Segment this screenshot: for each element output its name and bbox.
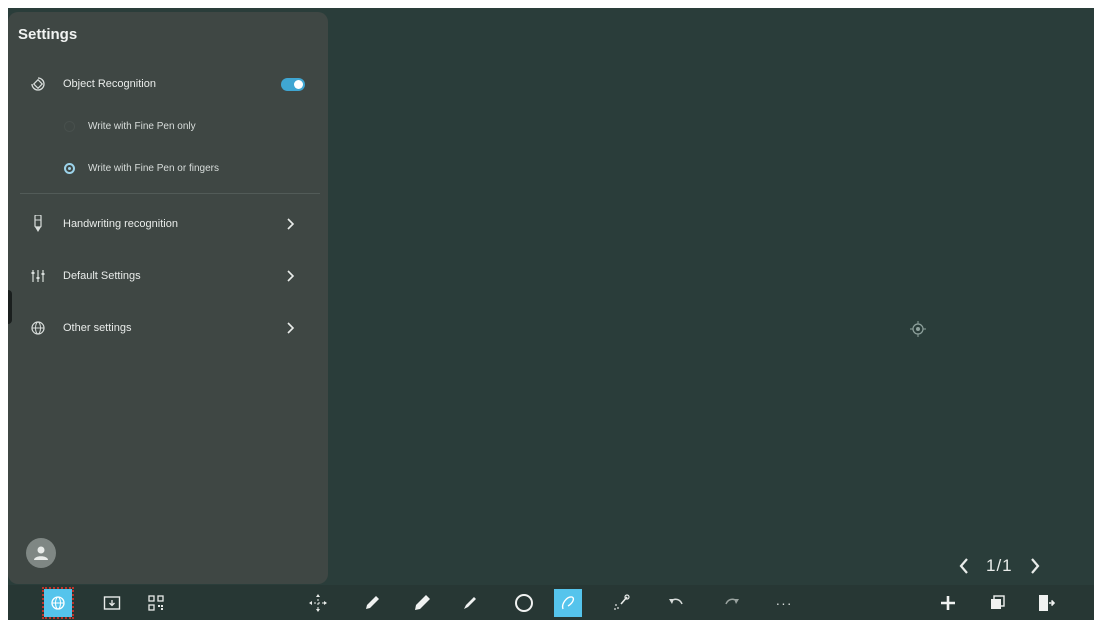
object-recognition-label: Object Recognition (63, 78, 156, 90)
panel-collapse-handle[interactable] (8, 290, 12, 324)
menu-other-settings[interactable]: Other settings (8, 308, 328, 348)
pages-button[interactable] (984, 589, 1012, 617)
settings-panel: Settings Object Recognition Write with F… (8, 12, 328, 584)
brush-pen-icon (464, 597, 476, 609)
menu-other-settings-label: Other settings (63, 322, 132, 334)
radio-fine-pen-only[interactable] (64, 120, 75, 132)
lasso-icon (561, 596, 575, 610)
move-select-tool[interactable] (304, 589, 332, 617)
page-navigator: 1/1 (956, 554, 1043, 578)
object-recognition-toggle[interactable] (281, 77, 305, 91)
pages-icon (991, 595, 1005, 609)
folder-button[interactable] (98, 589, 126, 617)
redo-icon (725, 598, 739, 605)
add-page-icon (941, 596, 955, 610)
lasso-tool[interactable] (554, 589, 582, 617)
move-select-icon (309, 594, 327, 612)
folder-icon (103, 596, 121, 610)
page-indicator: 1/1 (986, 556, 1013, 575)
fine-pen-tool[interactable] (358, 589, 386, 617)
pen-icon (30, 215, 46, 232)
more-button[interactable]: ··· (770, 589, 798, 617)
qr-code-icon (148, 595, 164, 611)
settings-icon (51, 596, 65, 610)
redo-button[interactable] (718, 589, 746, 617)
chevron-right-icon (286, 322, 296, 334)
radio-fine-pen-or-fingers[interactable] (64, 162, 75, 174)
chevron-right-icon (1030, 558, 1040, 574)
laser-pointer-tool[interactable] (608, 589, 636, 617)
exit-button[interactable] (1032, 589, 1060, 617)
object-recognition-row[interactable]: Object Recognition (8, 64, 328, 104)
more-icon: ··· (775, 595, 793, 611)
next-page-button[interactable] (1027, 556, 1043, 576)
chevron-right-icon (286, 218, 296, 230)
bottom-toolbar: ··· (8, 585, 1094, 620)
marker-pen-icon (415, 595, 430, 610)
brush-pen-tool[interactable] (456, 589, 484, 617)
fine-pen-icon (366, 596, 379, 609)
chevron-left-icon (959, 558, 968, 574)
exit-icon (1039, 595, 1055, 611)
divider (20, 193, 320, 194)
object-recognition-icon (30, 76, 46, 92)
eraser-tool[interactable] (510, 589, 538, 617)
add-page-button[interactable] (934, 589, 962, 617)
undo-icon (669, 598, 683, 605)
circle-eraser-icon (515, 594, 533, 612)
menu-handwriting-recognition[interactable]: Handwriting recognition (8, 204, 328, 244)
undo-button[interactable] (662, 589, 690, 617)
crosshair-cursor-icon (910, 321, 926, 337)
menu-default-settings-label: Default Settings (63, 270, 141, 282)
option-fine-pen-or-fingers-label: Write with Fine Pen or fingers (88, 162, 219, 174)
option-fine-pen-only-label: Write with Fine Pen only (88, 120, 196, 132)
option-fine-pen-only[interactable]: Write with Fine Pen only (8, 106, 328, 146)
settings-title: Settings (18, 26, 78, 43)
sliders-icon (30, 268, 46, 284)
marker-pen-tool[interactable] (408, 589, 436, 617)
menu-handwriting-label: Handwriting recognition (63, 218, 178, 230)
qr-code-button[interactable] (142, 589, 170, 617)
whiteboard-canvas[interactable]: Settings Object Recognition Write with F… (8, 8, 1094, 620)
previous-page-button[interactable] (956, 556, 972, 576)
option-fine-pen-or-fingers[interactable]: Write with Fine Pen or fingers (8, 148, 328, 188)
laser-pointer-icon (614, 594, 630, 610)
settings-button[interactable] (42, 587, 74, 619)
chevron-right-icon (286, 270, 296, 282)
menu-default-settings[interactable]: Default Settings (8, 256, 328, 296)
user-icon (34, 546, 48, 560)
user-avatar[interactable] (26, 538, 56, 568)
globe-icon (30, 320, 46, 336)
